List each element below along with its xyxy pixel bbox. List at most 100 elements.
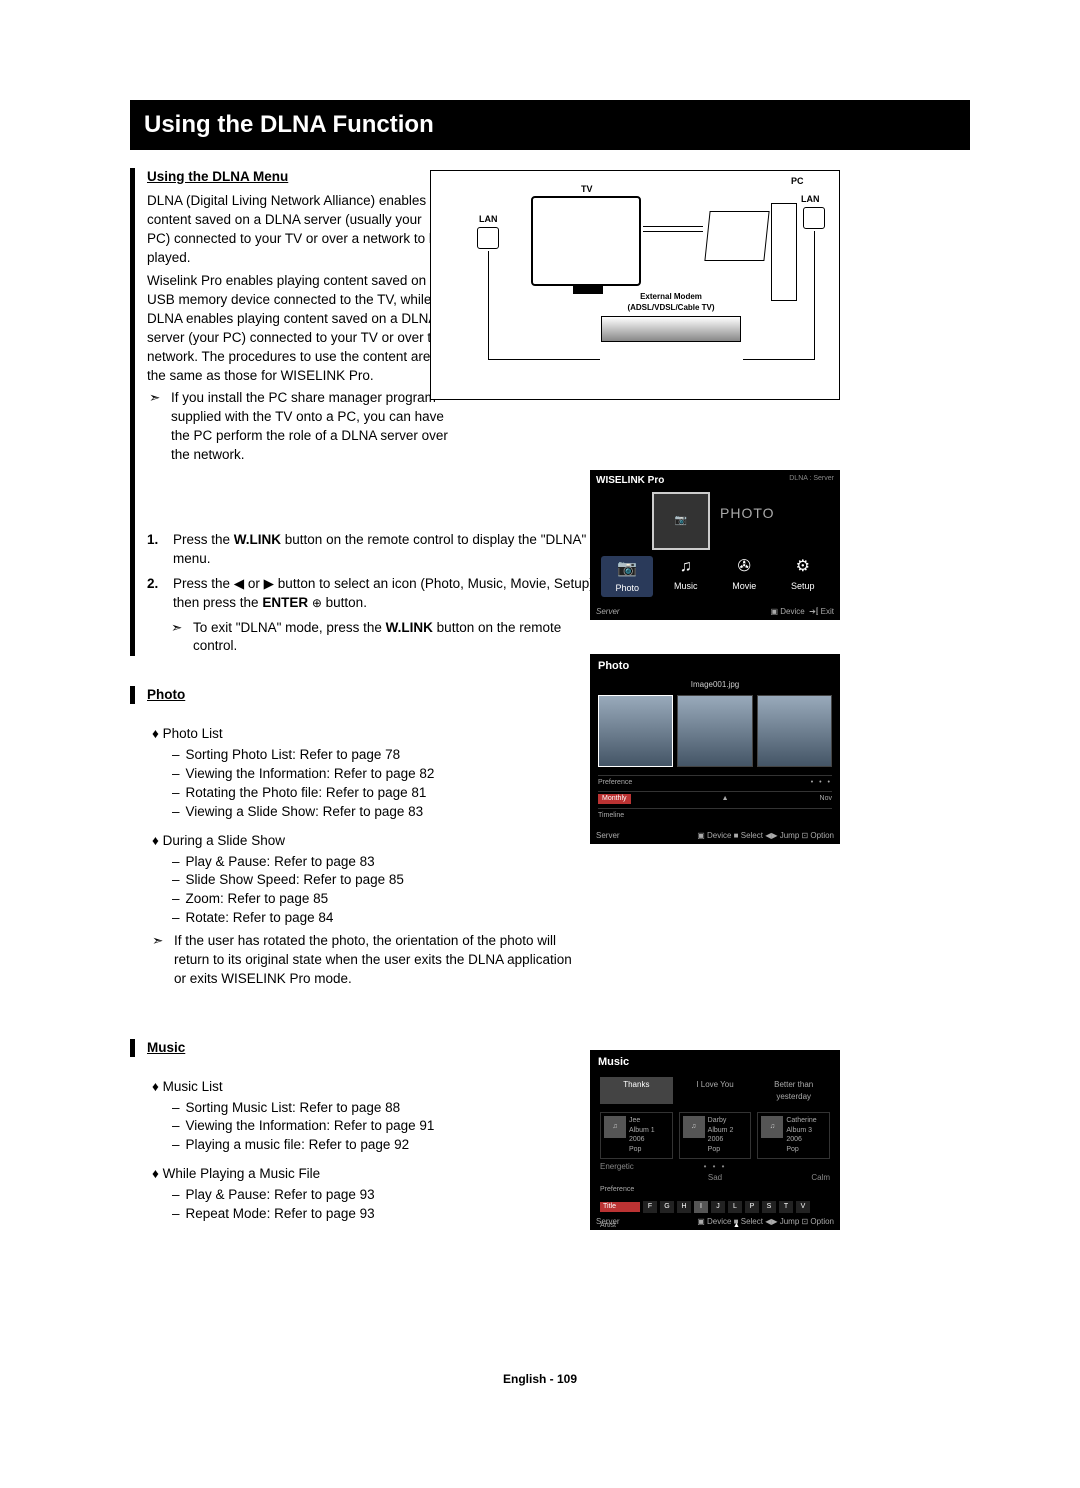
letter-cell[interactable]: F [643, 1201, 657, 1213]
section-bar [130, 1039, 135, 1057]
slide-s2: –Slide Show Speed: Refer to page 85 [172, 871, 970, 890]
album-card[interactable]: ♫ JeeAlbum 12006Pop [600, 1112, 673, 1159]
step-1-text: Press the W.LINK button on the remote co… [173, 531, 603, 569]
camera-icon: 📷 [616, 558, 638, 580]
gear-icon: ⚙ [792, 556, 814, 578]
monthly-tag[interactable]: Monthly [598, 794, 631, 804]
slide-s1: –Play & Pause: Refer to page 83 [172, 853, 970, 872]
dlna-intro-2: Wiselink Pro enables playing content sav… [147, 272, 447, 385]
photo-l3: –Rotating the Photo file: Refer to page … [172, 784, 970, 803]
exit-dlna-note: To exit "DLNA" mode, press the W.LINK bu… [193, 619, 581, 657]
photo-rotate-note: If the user has rotated the photo, the o… [174, 932, 582, 989]
tv-icon [531, 196, 641, 286]
device-hint: ▣ Device [770, 607, 804, 616]
modem-label: External Modem(ADSL/VDSL/Cable TV) [611, 291, 731, 313]
song-tab[interactable]: Thanks [600, 1077, 673, 1103]
music-screen-title: Music [590, 1050, 840, 1075]
album-icon: ♫ [604, 1116, 626, 1138]
footer-hints: ▣ Device ■ Select ◀▶ Jump ⊡ Option [697, 830, 834, 841]
menu-setup[interactable]: ⚙Setup [777, 556, 829, 597]
slide-s3: –Zoom: Refer to page 85 [172, 890, 970, 909]
exit-hint: ➔⫿ Exit [809, 607, 834, 616]
step-2-text: Press the ◀ or ▶ button to select an ico… [173, 575, 603, 613]
letter-cell[interactable]: T [779, 1201, 793, 1213]
photo-l1: –Sorting Photo List: Refer to page 78 [172, 746, 970, 765]
menu-movie[interactable]: ✇Movie [718, 556, 770, 597]
letter-cell[interactable]: H [677, 1201, 691, 1213]
music-l2: –Viewing the Information: Refer to page … [172, 1117, 970, 1136]
network-diagram: TV PC LAN LAN External Modem(ADSL/VDSL/C… [430, 170, 840, 400]
server-label: Server [596, 606, 620, 617]
lan-label: LAN [801, 193, 820, 206]
lan-port-icon [477, 227, 499, 249]
step-2-num: 2. [147, 575, 165, 613]
music-icon: ♫ [675, 556, 697, 578]
photo-l2: –Viewing the Information: Refer to page … [172, 765, 970, 784]
letter-cell[interactable]: J [711, 1201, 725, 1213]
title-row-label[interactable]: Title [600, 1202, 640, 1212]
music-list-head: ♦ Music List [152, 1078, 970, 1097]
pc-label: PC [791, 175, 804, 188]
nov-label: Nov [820, 794, 832, 804]
music-p2: –Repeat Mode: Refer to page 93 [172, 1205, 970, 1224]
letter-cell[interactable]: S [762, 1201, 776, 1213]
slide-head: ♦ During a Slide Show [152, 832, 970, 851]
server-label: Server [596, 830, 620, 841]
camera-icon: 📷 [652, 492, 710, 550]
photo-big-label: PHOTO [720, 504, 775, 524]
letter-cell[interactable]: I [694, 1201, 708, 1213]
photo-screen-title: Photo [590, 654, 840, 679]
preference-label: Preference [598, 778, 632, 788]
menu-photo[interactable]: 📷Photo [601, 556, 653, 597]
letter-cell[interactable]: L [728, 1201, 742, 1213]
pc-tower-icon [771, 203, 797, 301]
modem-icon [601, 316, 741, 342]
dlna-source: DLNA : Server [789, 474, 834, 488]
page-footer: English - 109 [0, 1371, 1080, 1388]
section-bar [130, 168, 135, 657]
arrow-icon [643, 231, 703, 232]
movie-icon: ✇ [733, 556, 755, 578]
music-heading: Music [147, 1039, 185, 1058]
mood-energetic: Energetic [600, 1161, 673, 1172]
song-tab[interactable]: Better than yesterday [757, 1077, 830, 1103]
wiselink-pro-screenshot: WISELINK Pro DLNA : Server 📷 PHOTO 📷Phot… [590, 470, 840, 620]
dlna-intro-1: DLNA (Digital Living Network Alliance) e… [147, 192, 447, 268]
mood-sad: Sad [679, 1172, 752, 1183]
photo-thumb[interactable] [598, 695, 673, 767]
slide-s4: –Rotate: Refer to page 84 [172, 909, 970, 928]
song-tab[interactable]: I Love You [679, 1077, 752, 1103]
section-bar [130, 686, 135, 704]
tv-label: TV [581, 183, 593, 196]
album-card[interactable]: ♫ DarbyAlbum 22006Pop [679, 1112, 752, 1159]
photo-thumb[interactable] [757, 695, 832, 767]
server-label: Server [596, 1216, 620, 1227]
photo-list-head: ♦ Photo List [152, 725, 970, 744]
photo-screenshot: Photo Image001.jpg Preference• • • Month… [590, 654, 840, 844]
photo-thumb[interactable] [677, 695, 752, 767]
note-arrow-icon: ➣ [149, 389, 165, 465]
note-arrow-icon: ➣ [152, 932, 168, 989]
menu-music[interactable]: ♫Music [660, 556, 712, 597]
image-filename: Image001.jpg [590, 679, 840, 690]
music-screenshot: Music Thanks I Love You Better than yest… [590, 1050, 840, 1230]
note-arrow-icon: ➣ [171, 619, 187, 657]
pc-share-note: If you install the PC share manager prog… [171, 389, 451, 465]
monitor-icon [704, 211, 769, 261]
lan-port-icon [803, 207, 825, 229]
album-card[interactable]: ♫ CatherineAlbum 32006Pop [757, 1112, 830, 1159]
enter-icon [312, 595, 322, 610]
music-l1: –Sorting Music List: Refer to page 88 [172, 1099, 970, 1118]
letter-cell[interactable]: V [796, 1201, 810, 1213]
letter-cell[interactable]: G [660, 1201, 674, 1213]
album-icon: ♫ [761, 1116, 783, 1138]
music-p1: –Play & Pause: Refer to page 93 [172, 1186, 970, 1205]
wiselink-title: WISELINK Pro [596, 474, 664, 488]
page-title: Using the DLNA Function [130, 100, 970, 150]
step-1-num: 1. [147, 531, 165, 569]
letter-cell[interactable]: P [745, 1201, 759, 1213]
timeline-label: Timeline [598, 811, 624, 821]
preference-label: Preference [590, 1183, 840, 1197]
lan-label: LAN [479, 213, 498, 226]
play-head: ♦ While Playing a Music File [152, 1165, 970, 1184]
